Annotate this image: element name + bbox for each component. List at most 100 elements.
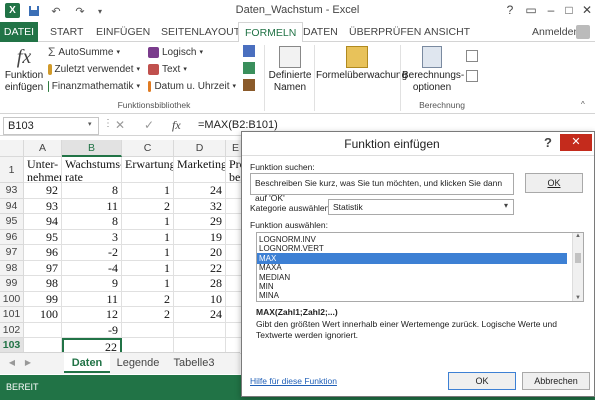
column-header-c[interactable]: C — [122, 140, 174, 157]
tab-daten[interactable]: DATEN — [297, 22, 344, 42]
cell-c[interactable]: 1 — [122, 214, 174, 230]
formula-audit-button[interactable]: Formelüberwachung — [316, 44, 407, 82]
header-cell[interactable]: Erwartung — [122, 157, 174, 183]
row-header-1[interactable]: 1 — [0, 157, 24, 183]
namebox-dropdown-icon[interactable]: ▾ — [88, 120, 92, 128]
cell-b[interactable]: -2 — [62, 245, 122, 261]
cell-a[interactable]: 92 — [24, 183, 62, 199]
cell-a[interactable]: 96 — [24, 245, 62, 261]
header-cell[interactable]: Unter-nehmen — [24, 157, 62, 183]
cell-b[interactable]: -4 — [62, 260, 122, 276]
more-functions-icon[interactable] — [243, 79, 255, 91]
tab-formeln[interactable]: FORMELN — [238, 22, 304, 43]
cell-c[interactable]: 1 — [122, 183, 174, 199]
row-header[interactable]: 101 — [0, 307, 24, 323]
cell-b[interactable]: 8 — [62, 214, 122, 230]
scroll-thumb[interactable] — [575, 253, 581, 263]
cell-c[interactable]: 1 — [122, 260, 174, 276]
cell-d[interactable]: 24 — [174, 183, 226, 199]
category-dropdown-icon[interactable]: ▾ — [504, 201, 508, 210]
cell-b[interactable]: 11 — [62, 198, 122, 214]
math-icon[interactable] — [243, 62, 255, 74]
datetime-button[interactable]: Datum u. Uhrzeit ▾ — [148, 79, 236, 94]
enter-icon[interactable]: ✓ — [144, 118, 154, 132]
cell-b[interactable]: 12 — [62, 307, 122, 323]
maximize-button[interactable]: □ — [559, 2, 579, 18]
tab-ueberpruefen[interactable]: ÜBERPRÜFEN — [343, 22, 427, 42]
tab-seitenlayout[interactable]: SEITENLAYOUT — [155, 22, 246, 42]
cell-a[interactable]: 99 — [24, 291, 62, 307]
ribbon-display-button[interactable]: ▭ — [521, 2, 541, 18]
cell-d[interactable]: 22 — [174, 260, 226, 276]
row-header[interactable]: 102 — [0, 322, 24, 338]
function-list-scrollbar[interactable]: ▲ ▼ — [572, 233, 583, 301]
sheet-tab-legende[interactable]: Legende — [112, 353, 164, 373]
cell-a[interactable] — [24, 322, 62, 338]
logical-button[interactable]: Logisch ▾ — [148, 45, 236, 60]
header-cell[interactable]: Marketing — [174, 157, 226, 183]
cell-c[interactable]: 2 — [122, 291, 174, 307]
cell-c[interactable]: 2 — [122, 307, 174, 323]
cell-a[interactable]: 95 — [24, 229, 62, 245]
row-header[interactable]: 95 — [0, 214, 24, 230]
cell-b[interactable]: 8 — [62, 183, 122, 199]
row-header[interactable]: 98 — [0, 260, 24, 276]
dialog-close-button[interactable]: ✕ — [560, 134, 592, 151]
function-list-item[interactable]: MINA — [257, 290, 567, 301]
cancel-entry-icon[interactable]: ✕ — [115, 118, 125, 132]
column-header-d[interactable]: D — [174, 140, 226, 157]
column-header-a[interactable]: A — [24, 140, 62, 157]
cell-a[interactable]: 100 — [24, 307, 62, 323]
cell-d[interactable]: 20 — [174, 245, 226, 261]
cell-c[interactable]: 1 — [122, 276, 174, 292]
sheet-prev-icon[interactable]: ◀ — [6, 353, 18, 373]
calc-options-button[interactable]: Berechnungs- optionen — [402, 44, 464, 94]
minimize-button[interactable]: – — [541, 2, 561, 18]
recently-used-button[interactable]: Zuletzt verwendet ▾ — [48, 62, 140, 77]
lookup-icon[interactable] — [243, 45, 255, 57]
close-button[interactable]: ✕ — [577, 2, 595, 18]
function-list[interactable]: LOGNORM.INV LOGNORM.VERT MAX MAXA MEDIAN MIN M… — [256, 232, 584, 302]
row-header[interactable]: 94 — [0, 198, 24, 214]
category-select[interactable]: Statistik — [328, 199, 514, 215]
cell-a[interactable]: 97 — [24, 260, 62, 276]
dialog-help-button[interactable]: ? — [544, 135, 552, 150]
search-input[interactable]: Beschreiben Sie kurz, was Sie tun möchte… — [250, 173, 514, 203]
cancel-button[interactable]: Abbrechen — [522, 372, 590, 390]
function-help-link[interactable]: Hilfe für diese Funktion — [250, 376, 337, 386]
insert-function-button[interactable]: fx Funktion einfügen — [4, 44, 44, 100]
formula-input[interactable]: =MAX(B2:B101) — [198, 119, 278, 131]
defined-names-button[interactable]: Definierte Namen — [268, 44, 312, 94]
ok-button[interactable]: OK — [448, 372, 516, 390]
cell-c[interactable]: 1 — [122, 245, 174, 261]
select-all-corner[interactable] — [0, 140, 24, 157]
cell-c[interactable] — [122, 322, 174, 338]
calc-sheet-icon[interactable] — [466, 70, 478, 82]
cell-a[interactable]: 94 — [24, 214, 62, 230]
column-header-b[interactable]: B — [62, 140, 122, 157]
cell-c[interactable]: 2 — [122, 198, 174, 214]
tab-datei[interactable]: DATEI — [0, 22, 38, 42]
row-header[interactable]: 93 — [0, 183, 24, 199]
text-button[interactable]: Text ▾ — [148, 62, 236, 77]
name-box[interactable]: B103 — [3, 117, 99, 135]
row-header[interactable]: 100 — [0, 291, 24, 307]
cell-d[interactable]: 24 — [174, 307, 226, 323]
tab-ansicht[interactable]: ANSICHT — [418, 22, 476, 42]
cell-d[interactable]: 29 — [174, 214, 226, 230]
cell-d[interactable]: 19 — [174, 229, 226, 245]
cell-d[interactable]: 28 — [174, 276, 226, 292]
tab-start[interactable]: START — [44, 22, 89, 42]
cell-a[interactable]: 93 — [24, 198, 62, 214]
insert-function-icon[interactable]: fx — [172, 118, 181, 133]
financial-button[interactable]: Finanzmathematik ▾ — [48, 79, 140, 94]
cell-d[interactable]: 10 — [174, 291, 226, 307]
header-cell[interactable]: Wachstums-rate — [62, 157, 122, 183]
row-header[interactable]: 97 — [0, 245, 24, 261]
search-ok-button[interactable]: OK — [525, 173, 583, 193]
cell-c[interactable]: 1 — [122, 229, 174, 245]
row-header[interactable]: 96 — [0, 229, 24, 245]
cell-b[interactable]: 3 — [62, 229, 122, 245]
collapse-ribbon-icon[interactable]: ^ — [581, 100, 585, 109]
cell-d[interactable] — [174, 322, 226, 338]
